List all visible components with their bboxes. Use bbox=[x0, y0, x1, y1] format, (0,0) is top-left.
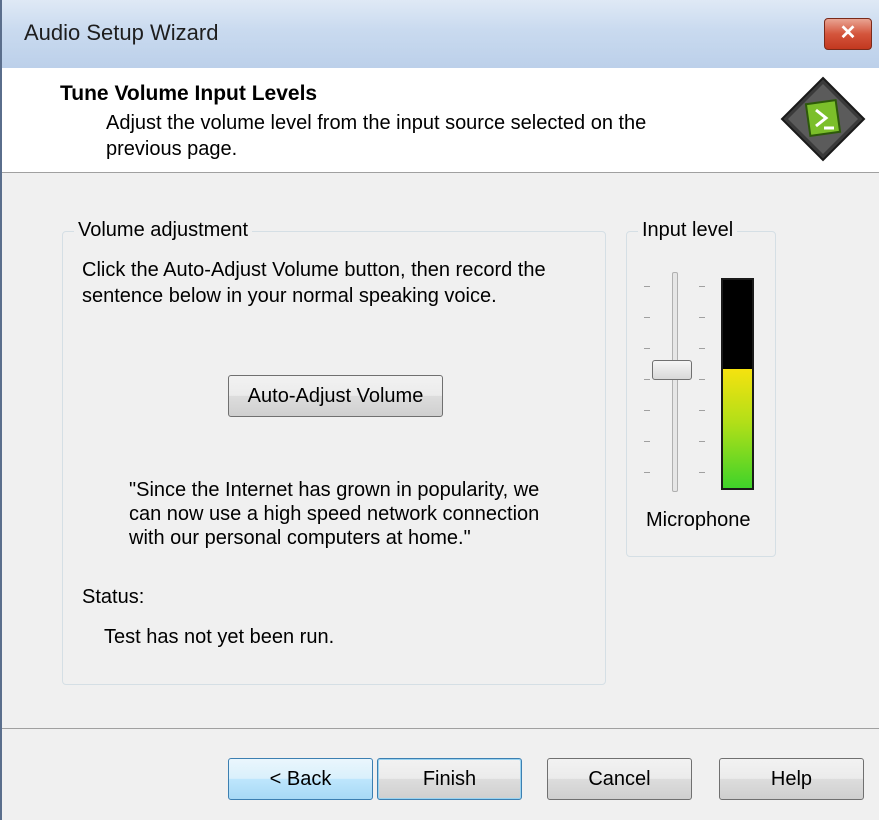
cancel-button[interactable]: Cancel bbox=[547, 758, 692, 800]
volume-adjustment-legend: Volume adjustment bbox=[74, 219, 253, 242]
back-button[interactable]: < Back bbox=[228, 758, 373, 800]
auto-adjust-volume-button[interactable]: Auto-Adjust Volume bbox=[228, 375, 443, 417]
close-button[interactable]: ✕ bbox=[824, 18, 872, 50]
footer-separator bbox=[2, 728, 879, 729]
title-bar[interactable]: Audio Setup Wizard ✕ bbox=[2, 0, 879, 68]
input-level-meter bbox=[721, 278, 754, 490]
finish-button[interactable]: Finish bbox=[377, 758, 522, 800]
input-level-meter-fill bbox=[723, 369, 752, 488]
window-title: Audio Setup Wizard bbox=[24, 20, 219, 45]
audio-setup-wizard-window: Audio Setup Wizard ✕ Tune Volume Input L… bbox=[0, 0, 879, 820]
status-label: Status: bbox=[82, 586, 145, 608]
volume-slider-thumb[interactable] bbox=[652, 360, 692, 381]
help-button[interactable]: Help bbox=[719, 758, 864, 800]
close-icon: ✕ bbox=[839, 22, 857, 44]
page-title: Tune Volume Input Levels bbox=[60, 82, 318, 105]
device-label: Microphone bbox=[646, 509, 751, 531]
status-value: Test has not yet been run. bbox=[104, 626, 335, 648]
wizard-logo-icon bbox=[778, 74, 868, 169]
input-level-legend: Input level bbox=[638, 219, 738, 242]
wizard-header: Tune Volume Input Levels Adjust the volu… bbox=[2, 68, 879, 173]
volume-slider-track[interactable] bbox=[672, 272, 678, 492]
instructions-text: Click the Auto-Adjust Volume button, the… bbox=[82, 259, 546, 307]
page-description: Adjust the volume level from the input s… bbox=[106, 112, 647, 160]
test-sentence: "Since the Internet has grown in popular… bbox=[129, 479, 540, 549]
